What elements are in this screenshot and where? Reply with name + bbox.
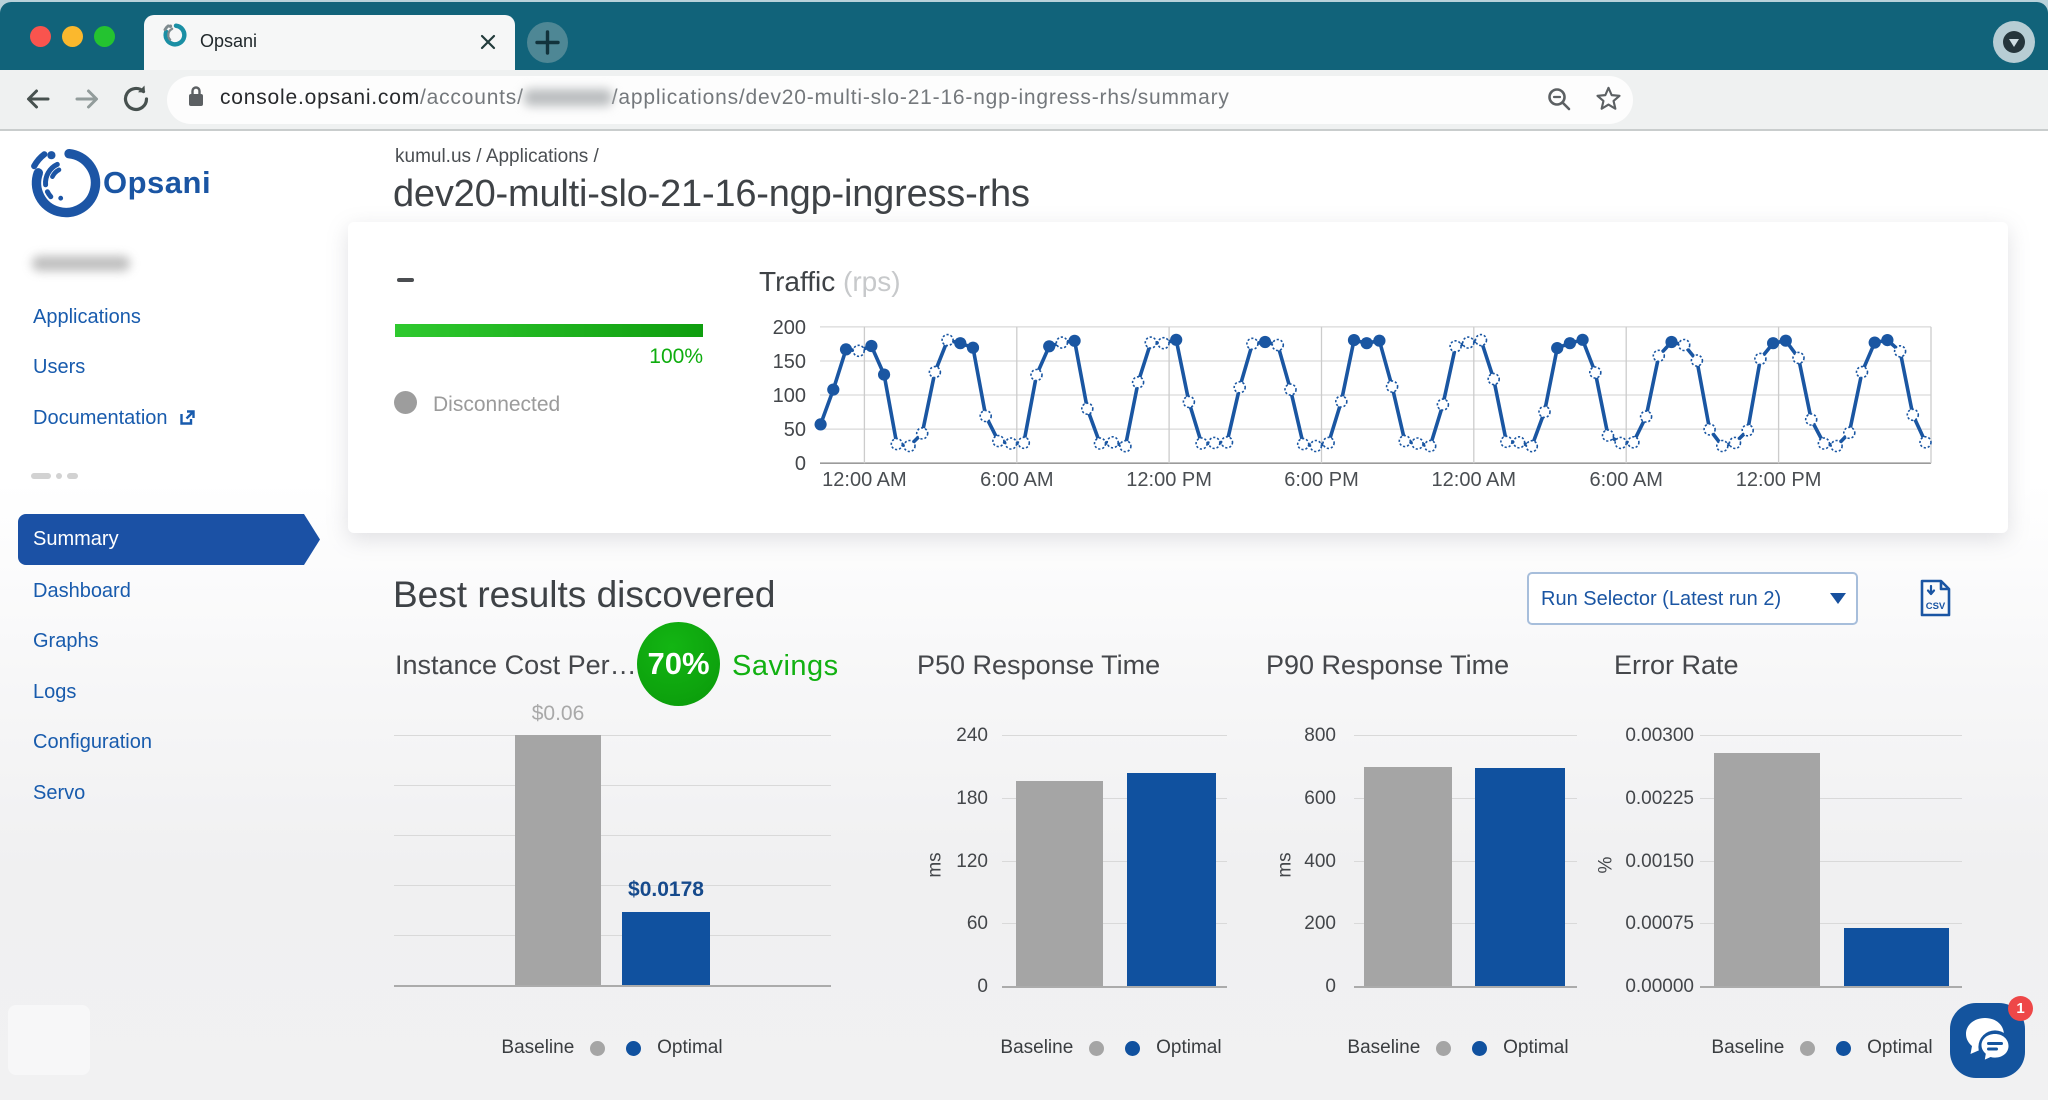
svg-text:200: 200 [773, 317, 806, 339]
svg-text:150: 150 [773, 351, 806, 373]
svg-text:50: 50 [784, 419, 806, 441]
svg-text:6:00 AM: 6:00 AM [980, 469, 1053, 491]
svg-text:0: 0 [795, 453, 806, 475]
svg-text:12:00 PM: 12:00 PM [1736, 469, 1822, 491]
svg-text:CSV: CSV [1926, 601, 1946, 612]
svg-text:12:00 PM: 12:00 PM [1126, 469, 1212, 491]
svg-text:12:00 AM: 12:00 AM [822, 469, 907, 491]
svg-text:100: 100 [773, 385, 806, 407]
svg-text:6:00 AM: 6:00 AM [1590, 469, 1663, 491]
svg-text:6:00 PM: 6:00 PM [1284, 469, 1358, 491]
svg-text:12:00 AM: 12:00 AM [1432, 469, 1517, 491]
